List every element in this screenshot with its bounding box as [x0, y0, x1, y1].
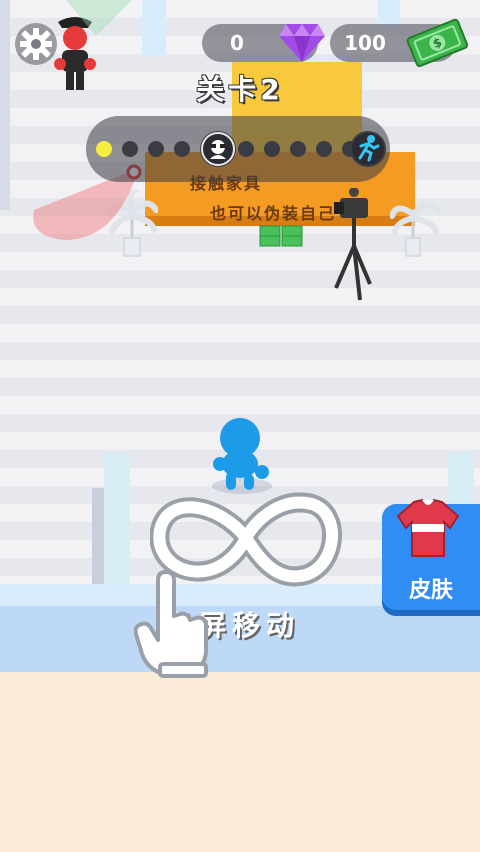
potted-plant-right [390, 202, 440, 257]
cash-count: 100 [344, 31, 386, 55]
player-character [212, 418, 272, 494]
gem-count: 0 [230, 31, 244, 55]
progress-dot [96, 141, 112, 157]
security-camera-tripod [334, 188, 372, 301]
top-pillar [142, 0, 166, 56]
skins-button-label: 皮肤 [408, 578, 453, 603]
left-wall [0, 0, 10, 210]
guard-face-icon [201, 132, 235, 166]
left-railing-shadow [92, 488, 104, 586]
progress-goal-marker [350, 131, 386, 167]
guard-vision-cone-top [66, 0, 132, 36]
level-progress-bar [86, 116, 390, 182]
bottom-area [0, 672, 480, 852]
progress-dot [148, 141, 164, 157]
progress-dot [238, 141, 254, 157]
level-title: 关卡2 [196, 73, 284, 106]
cash-stack [259, 225, 303, 247]
gear-icon [15, 23, 57, 65]
gem-icon [279, 24, 325, 62]
running-man-icon [352, 133, 384, 165]
hint-text-2: 也可以伪装自己 [210, 204, 337, 223]
cash-icon: $ [406, 18, 468, 68]
progress-dot [264, 141, 280, 157]
progress-dot [122, 141, 138, 157]
shirt-icon [396, 498, 460, 557]
left-railing [104, 452, 130, 586]
progress-dot [290, 141, 306, 157]
progress-dot [316, 141, 332, 157]
settings-button[interactable] [14, 22, 58, 66]
progress-dot [174, 141, 190, 157]
progress-guard-marker [200, 131, 236, 167]
pointer-hand-icon [134, 570, 208, 678]
